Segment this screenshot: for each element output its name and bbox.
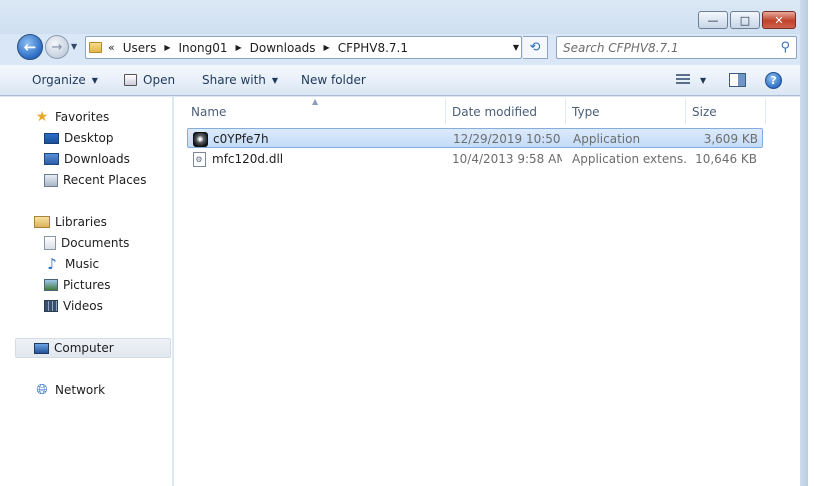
column-header-size[interactable]: Size bbox=[686, 99, 766, 124]
sidebar-item-pictures[interactable]: Pictures bbox=[44, 275, 111, 295]
breadcrumb-separator-icon[interactable]: ▶ bbox=[235, 43, 241, 52]
chevron-down-icon: ▼ bbox=[91, 76, 98, 85]
address-dropdown-icon[interactable]: ▼ bbox=[513, 43, 519, 52]
desktop-icon bbox=[44, 132, 59, 144]
file-name: c0YPfe7h bbox=[213, 132, 269, 146]
recent-pages-dropdown[interactable]: ▼ bbox=[71, 42, 77, 51]
sidebar-item-network[interactable]: 🌐︎ Network bbox=[34, 380, 105, 400]
forward-button[interactable]: → bbox=[45, 35, 69, 59]
column-header-label: Type bbox=[572, 104, 600, 119]
explorer-window: — □ ✕ ← → ▼ « Users ▶ Inong01 ▶ Download… bbox=[0, 0, 808, 486]
address-bar[interactable]: « Users ▶ Inong01 ▶ Downloads ▶ CFPHV8.7… bbox=[85, 36, 522, 59]
dll-file-icon: ⚙ bbox=[191, 151, 207, 167]
libraries-icon bbox=[34, 216, 50, 228]
column-header-date-modified[interactable]: Date modified bbox=[446, 99, 566, 124]
sidebar-item-label: Desktop bbox=[64, 131, 114, 145]
pictures-icon bbox=[44, 279, 58, 291]
sidebar-item-label: Music bbox=[65, 257, 100, 271]
maximize-button[interactable]: □ bbox=[730, 11, 760, 29]
sidebar-item-label: Videos bbox=[63, 299, 103, 313]
file-date-modified: 10/4/2013 9:58 AM bbox=[452, 152, 562, 166]
new-folder-label: New folder bbox=[301, 73, 366, 87]
file-type: Application extens... bbox=[572, 152, 687, 166]
sidebar-item-libraries[interactable]: Libraries bbox=[34, 212, 107, 232]
search-box[interactable]: ⚲ bbox=[556, 36, 797, 59]
help-icon[interactable]: ? bbox=[765, 72, 782, 89]
recent-places-icon bbox=[44, 173, 58, 187]
sidebar-item-label: Pictures bbox=[63, 278, 111, 292]
view-options-icon[interactable] bbox=[676, 74, 690, 86]
window-frame-right bbox=[800, 0, 808, 486]
sidebar-item-documents[interactable]: Documents bbox=[44, 233, 129, 253]
breadcrumb-downloads[interactable]: Downloads bbox=[250, 41, 316, 55]
sidebar-item-label: Libraries bbox=[55, 215, 107, 229]
column-header-name[interactable]: Name bbox=[174, 99, 446, 124]
share-with-label: Share with bbox=[202, 73, 266, 87]
back-button[interactable]: ← bbox=[17, 34, 43, 60]
sidebar-item-favorites[interactable]: ★ Favorites bbox=[34, 107, 110, 127]
title-bar bbox=[0, 0, 807, 34]
minimize-button[interactable]: — bbox=[698, 11, 728, 29]
music-icon: ♪ bbox=[47, 255, 57, 273]
back-arrow-icon: ← bbox=[23, 38, 37, 56]
videos-icon bbox=[44, 300, 58, 312]
file-list: ▲ Name Date modified Type Size ◉ c0YPfe7… bbox=[174, 97, 800, 486]
sidebar-item-label: Downloads bbox=[64, 152, 130, 166]
column-header-label: Name bbox=[191, 104, 227, 119]
breadcrumb-separator-icon[interactable]: ▶ bbox=[164, 43, 170, 52]
breadcrumb-overflow[interactable]: « bbox=[108, 41, 115, 54]
sidebar-item-downloads[interactable]: Downloads bbox=[44, 149, 130, 169]
table-row[interactable]: ◉ c0YPfe7h 12/29/2019 10:50 ... Applicat… bbox=[187, 128, 763, 148]
application-icon: ◉ bbox=[192, 131, 208, 147]
refresh-icon: ⟲ bbox=[529, 40, 541, 55]
sidebar-item-label: Recent Places bbox=[63, 173, 147, 187]
open-icon bbox=[124, 74, 137, 86]
documents-icon bbox=[44, 236, 56, 250]
search-input[interactable] bbox=[557, 37, 767, 58]
table-row[interactable]: ⚙ mfc120d.dll 10/4/2013 9:58 AM Applicat… bbox=[187, 149, 763, 169]
search-icon[interactable]: ⚲ bbox=[780, 40, 790, 55]
file-date-modified: 12/29/2019 10:50 ... bbox=[453, 132, 563, 146]
sidebar-item-music[interactable]: ♪ Music bbox=[44, 254, 99, 274]
sidebar-item-label: Documents bbox=[61, 236, 130, 250]
sidebar-item-label: Network bbox=[55, 383, 106, 397]
new-folder-button[interactable]: New folder bbox=[301, 73, 366, 87]
organize-label: Organize bbox=[32, 73, 86, 87]
command-bar: Organize ▼ Open Share with ▼ New folder ▼ … bbox=[0, 65, 800, 96]
column-header-label: Date modified bbox=[452, 104, 538, 119]
forward-arrow-icon: → bbox=[51, 39, 63, 55]
open-label: Open bbox=[143, 73, 176, 87]
sidebar-item-videos[interactable]: Videos bbox=[44, 296, 103, 316]
column-header-label: Size bbox=[692, 104, 717, 119]
computer-icon bbox=[34, 342, 49, 354]
network-icon: 🌐︎ bbox=[36, 382, 48, 398]
file-name: mfc120d.dll bbox=[212, 152, 284, 166]
close-button[interactable]: ✕ bbox=[762, 11, 796, 29]
organize-button[interactable]: Organize ▼ bbox=[32, 73, 98, 87]
breadcrumb-user[interactable]: Inong01 bbox=[179, 41, 228, 55]
refresh-button[interactable]: ⟲ bbox=[523, 36, 548, 59]
share-with-button[interactable]: Share with ▼ bbox=[202, 73, 278, 87]
file-size: 3,609 KB bbox=[703, 132, 758, 146]
folder-icon bbox=[89, 42, 102, 53]
breadcrumb-current[interactable]: CFPHV8.7.1 bbox=[338, 41, 408, 55]
star-icon: ★ bbox=[35, 109, 49, 125]
breadcrumb-separator-icon[interactable]: ▶ bbox=[324, 43, 330, 52]
sidebar-item-desktop[interactable]: Desktop bbox=[44, 128, 114, 148]
sidebar-item-label: Computer bbox=[54, 341, 114, 355]
view-options-dropdown-icon[interactable]: ▼ bbox=[700, 76, 706, 85]
column-header-type[interactable]: Type bbox=[566, 99, 686, 124]
breadcrumb-users[interactable]: Users bbox=[123, 41, 157, 55]
preview-pane-icon[interactable] bbox=[729, 73, 746, 87]
navigation-pane: ★ Favorites Desktop Downloads Recent Plac… bbox=[0, 97, 173, 486]
file-type: Application bbox=[573, 132, 641, 146]
chevron-down-icon: ▼ bbox=[271, 76, 279, 85]
sidebar-item-recent-places[interactable]: Recent Places bbox=[44, 170, 146, 190]
open-button[interactable]: Open bbox=[124, 73, 175, 87]
downloads-icon bbox=[44, 153, 59, 165]
file-size: 10,646 KB bbox=[695, 152, 757, 166]
sidebar-item-computer[interactable]: Computer bbox=[15, 338, 171, 358]
sidebar-item-label: Favorites bbox=[55, 110, 110, 124]
